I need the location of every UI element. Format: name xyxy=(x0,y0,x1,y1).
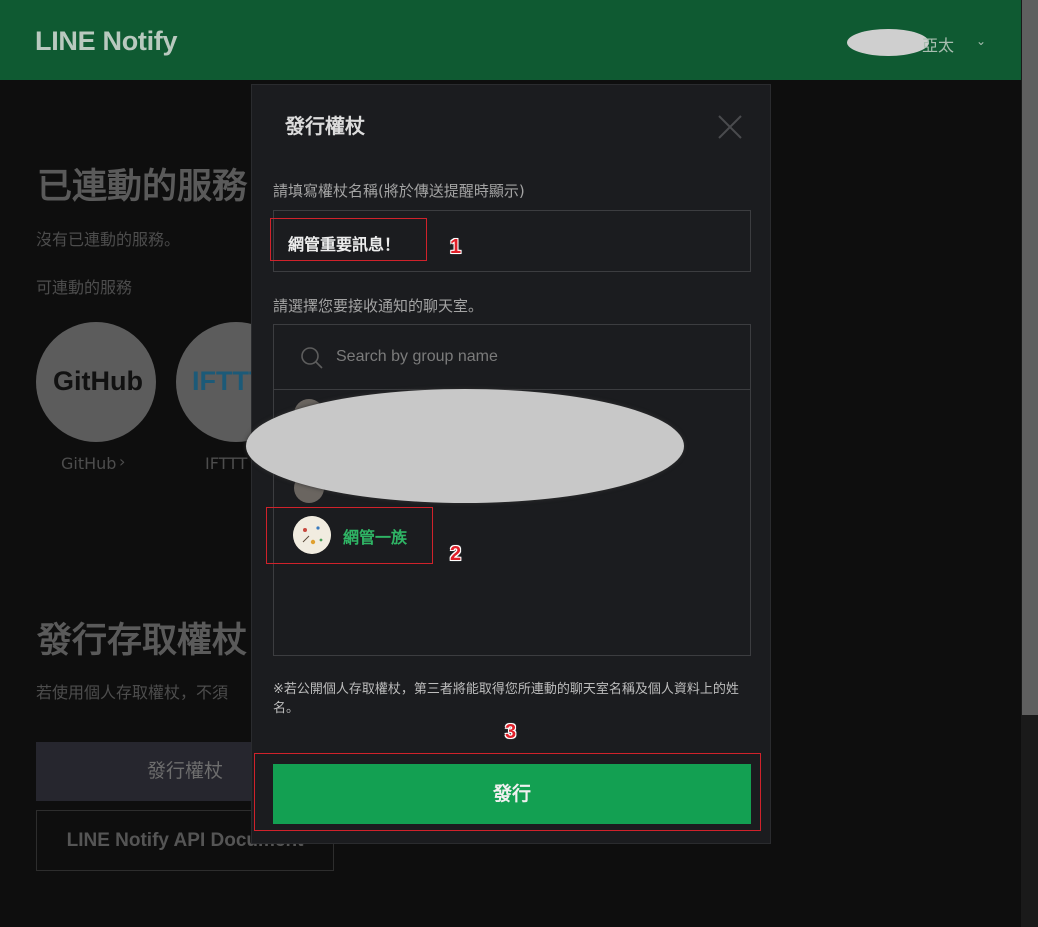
github-service-label[interactable]: GitHub xyxy=(61,454,116,473)
privacy-note: ※若公開個人存取權杖，第三者將能取得您所連動的聊天室名稱及個人資料上的姓名。 xyxy=(273,682,739,716)
search-icon xyxy=(301,347,323,369)
group-search-row[interactable]: Search by group name xyxy=(274,325,750,390)
issue-token-title: 發行存取權杖 xyxy=(37,621,248,661)
linked-services-title: 已連動的服務 xyxy=(37,167,248,207)
issue-token-desc: 若使用個人存取權杖，不須 xyxy=(36,683,229,702)
chevron-down-icon[interactable]: ⌄ xyxy=(976,34,986,48)
annotation-number-2: 2 xyxy=(450,543,462,565)
scrollbar-thumb[interactable] xyxy=(1022,0,1038,715)
redaction-overlay xyxy=(246,389,684,503)
github-logo: GitHub xyxy=(53,366,143,396)
search-input[interactable]: Search by group name xyxy=(336,348,498,366)
token-name-label: 請填寫權杖名稱(將於傳送提醒時顯示) xyxy=(273,182,525,200)
ifttt-service-label[interactable]: IFTTT xyxy=(205,454,247,473)
annotation-number-1: 1 xyxy=(450,236,462,258)
close-icon[interactable] xyxy=(716,113,744,141)
annotation-box-3 xyxy=(254,753,761,831)
no-linked-services-text: 沒有已連動的服務。 xyxy=(36,230,181,249)
user-name[interactable]: 亞太 xyxy=(922,32,954,56)
top-header: LINE Notify 亞太 ⌄ xyxy=(0,0,1021,80)
annotation-box-1 xyxy=(270,218,427,261)
dialog-title: 發行權杖 xyxy=(285,114,365,138)
page: LINE Notify 亞太 ⌄ 已連動的服務 沒有已連動的服務。 可連動的服務… xyxy=(0,0,1038,927)
line-notify-logo[interactable]: LINE Notify xyxy=(35,26,178,57)
annotation-box-2 xyxy=(266,507,433,564)
annotation-number-3: 3 xyxy=(505,721,517,743)
user-avatar[interactable] xyxy=(847,29,929,56)
available-services-label: 可連動的服務 xyxy=(36,278,133,297)
chevron-right-icon: › xyxy=(119,452,126,471)
chat-select-label: 請選擇您要接收通知的聊天室。 xyxy=(273,297,484,315)
